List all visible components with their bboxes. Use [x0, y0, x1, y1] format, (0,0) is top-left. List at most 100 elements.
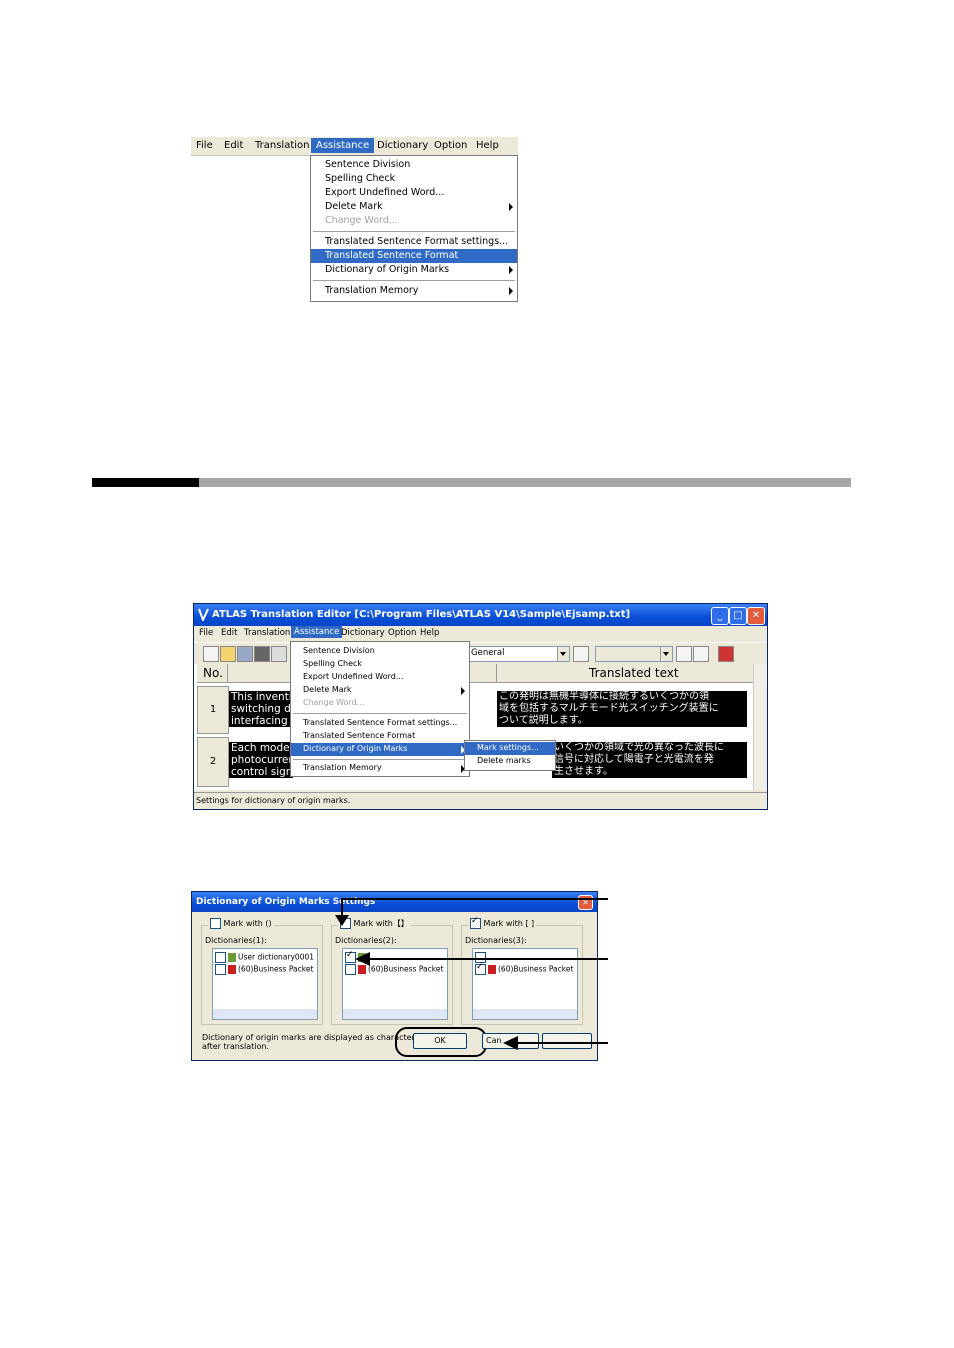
- horizontal-scrollbar[interactable]: [473, 1009, 577, 1019]
- item-checkbox[interactable]: [475, 962, 486, 975]
- translated-text-row-2[interactable]: いくつかの領域で光の異なった波長に 信号に対応して陽電子と光電流を発 生させます。: [552, 742, 747, 778]
- assistance-dropdown: Sentence Division Spelling Check Export …: [290, 641, 470, 777]
- row-number[interactable]: 1: [197, 686, 229, 734]
- dropdown-arrow-icon[interactable]: [557, 647, 569, 661]
- menu-item-translation-memory[interactable]: Translation Memory: [311, 284, 517, 298]
- menu-dictionary[interactable]: Dictionary: [341, 628, 385, 638]
- menu-item-translated-sentence-format[interactable]: Translated Sentence Format: [311, 249, 517, 263]
- menu-separator: [313, 280, 515, 281]
- list-item[interactable]: User dictionary0001: [215, 952, 314, 963]
- menu-separator: [293, 713, 467, 714]
- callout-line: [341, 898, 608, 900]
- menu-item-dictionary-of-origin-marks[interactable]: Dictionary of Origin Marks: [291, 743, 469, 756]
- save-all-icon[interactable]: [254, 646, 270, 662]
- menu-option[interactable]: Option: [388, 628, 416, 638]
- menu-edit[interactable]: Edit: [224, 140, 243, 151]
- replace-icon[interactable]: [693, 646, 709, 662]
- app-icon: [198, 608, 209, 621]
- menu-edit[interactable]: Edit: [221, 628, 237, 638]
- dictionary-book-icon: [488, 965, 496, 974]
- group-caption[interactable]: Mark with (): [208, 918, 274, 929]
- menu-item-sentence-division[interactable]: Sentence Division: [291, 645, 469, 658]
- note-line: after translation.: [202, 1042, 270, 1051]
- menu-file[interactable]: File: [196, 140, 213, 151]
- submenu-arrow-icon: [509, 266, 513, 274]
- section-bar-light: [199, 478, 851, 487]
- close-button[interactable]: ✕: [747, 607, 765, 625]
- menu-item-delete-mark[interactable]: Delete Mark: [311, 200, 517, 214]
- vertical-scrollbar[interactable]: [753, 664, 767, 790]
- status-bar: Settings for dictionary of origin marks.: [194, 792, 767, 809]
- save-icon[interactable]: [237, 646, 253, 662]
- note-line: Dictionary of origin marks are displayed…: [202, 1033, 415, 1042]
- menu-item-translation-memory[interactable]: Translation Memory: [291, 762, 469, 775]
- column-header-translated: Translated text: [497, 664, 754, 683]
- menu-item-translated-sentence-format-settings[interactable]: Translated Sentence Format settings...: [311, 235, 517, 249]
- dictionary-icon[interactable]: [718, 646, 734, 662]
- menu-item-change-word: Change Word...: [303, 698, 365, 707]
- menu-item-spelling-check[interactable]: Spelling Check: [311, 172, 517, 186]
- translated-text-row-1[interactable]: この発明は無機半導体に接続するいくつかの領 域を包括するマルチモード光スイッチング…: [497, 691, 747, 727]
- group-mark-with-parentheses: Mark with () Dictionaries(1): User dicti…: [201, 918, 323, 1025]
- dictionaries-label: Dictionaries(3):: [465, 936, 527, 945]
- menu-help[interactable]: Help: [476, 140, 499, 151]
- menu-item-translated-sentence-format-settings[interactable]: Translated Sentence Format settings...: [291, 717, 469, 730]
- menu-item-delete-mark[interactable]: Delete Mark: [291, 684, 469, 697]
- menu-help[interactable]: Help: [420, 628, 439, 638]
- help-button[interactable]: [542, 1033, 592, 1049]
- menu-translation[interactable]: Translation: [244, 628, 290, 638]
- menu-item-export-undefined-word[interactable]: Export Undefined Word...: [291, 671, 469, 684]
- open-folder-icon[interactable]: [220, 646, 236, 662]
- list-item[interactable]: (60)Business Packet: [215, 964, 313, 975]
- menu-item-mark-settings[interactable]: Mark settings...: [465, 742, 555, 755]
- menu-dictionary[interactable]: Dictionary: [377, 140, 428, 151]
- mark-checkbox[interactable]: [470, 916, 481, 929]
- origin-marks-submenu: Mark settings... Delete marks: [464, 740, 556, 771]
- dropdown-arrow-icon[interactable]: [660, 647, 672, 661]
- callout-line: [368, 958, 608, 960]
- dictionary-list[interactable]: User dictionary0001 (60)Business Packet: [212, 948, 318, 1020]
- menu-item-spelling-check[interactable]: Spelling Check: [291, 658, 469, 671]
- menu-translation[interactable]: Translation: [255, 140, 310, 151]
- group-mark-with-lenticular: Mark with【】 Dictionaries(2): (60)Busines…: [331, 916, 453, 1025]
- menu-item-dictionary-of-origin-marks[interactable]: Dictionary of Origin Marks: [311, 263, 517, 277]
- section-bar-dark: [92, 478, 199, 487]
- maximize-button[interactable]: □: [729, 607, 747, 625]
- field-combo-value: General: [471, 648, 505, 658]
- menu-assistance[interactable]: Assistance: [291, 626, 343, 638]
- horizontal-scrollbar[interactable]: [213, 1009, 317, 1019]
- list-item[interactable]: (60)Business Packet: [475, 962, 573, 975]
- menu-option[interactable]: Option: [434, 140, 467, 151]
- group-mark-with-brackets: Mark with [ ] Dictionaries(3): (60)Busin…: [461, 916, 583, 1025]
- menu-item-export-undefined-word[interactable]: Export Undefined Word...: [311, 186, 517, 200]
- search-icon[interactable]: [676, 646, 692, 662]
- minimize-button[interactable]: _: [711, 607, 729, 625]
- mark-checkbox[interactable]: [210, 918, 221, 929]
- item-checkbox[interactable]: [215, 952, 226, 963]
- field-settings-icon[interactable]: [573, 646, 589, 662]
- secondary-combo[interactable]: [595, 646, 673, 662]
- column-header-no: No.: [197, 664, 228, 683]
- translation-grid: No. Translated text 1 This inventi switch…: [194, 664, 754, 790]
- new-file-icon[interactable]: [203, 646, 219, 662]
- field-combo[interactable]: General: [468, 646, 570, 662]
- menu-assistance[interactable]: Assistance: [311, 138, 375, 153]
- print-icon[interactable]: [271, 646, 287, 662]
- submenu-arrow-icon: [461, 687, 465, 695]
- status-text: Settings for dictionary of origin marks.: [196, 796, 351, 805]
- source-text-row-2[interactable]: Each mode photocurren control sign: [229, 742, 293, 778]
- dictionaries-label: Dictionaries(1):: [205, 936, 267, 945]
- submenu-arrow-icon: [509, 287, 513, 295]
- group-caption[interactable]: Mark with [ ]: [468, 916, 537, 929]
- source-text-row-1[interactable]: This inventi switching de interfacing w: [229, 691, 293, 727]
- ok-button[interactable]: OK: [413, 1033, 467, 1049]
- menu-file[interactable]: File: [199, 628, 213, 638]
- menu-item-translated-sentence-format[interactable]: Translated Sentence Format: [291, 730, 469, 743]
- menu-item-delete-marks[interactable]: Delete marks: [465, 755, 555, 768]
- item-checkbox[interactable]: [215, 964, 226, 975]
- row-number[interactable]: 2: [197, 737, 229, 787]
- horizontal-scrollbar[interactable]: [343, 1009, 447, 1019]
- editor-menu-bar: File Edit Translation Assistance Diction…: [194, 626, 767, 641]
- arrowhead-icon: [503, 1036, 518, 1050]
- menu-item-sentence-division[interactable]: Sentence Division: [311, 158, 517, 172]
